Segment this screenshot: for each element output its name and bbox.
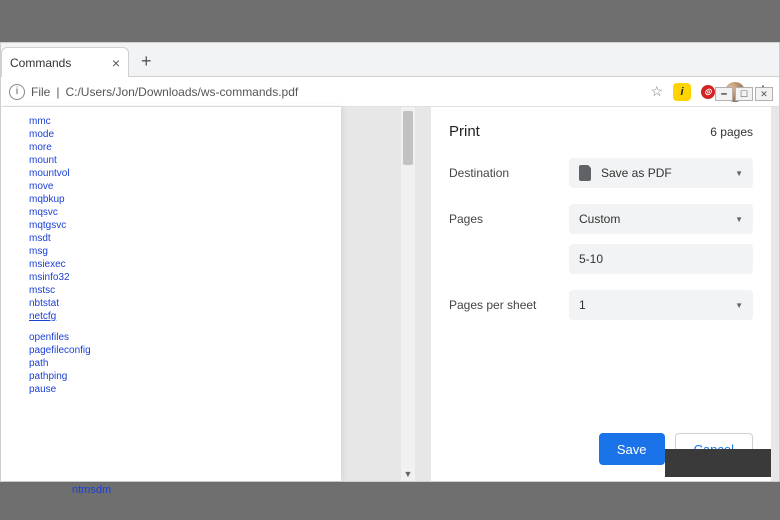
stray-bottom-text: ntmsdm <box>72 484 111 496</box>
command-link[interactable]: msdt <box>29 232 313 245</box>
command-link[interactable]: mqsvc <box>29 206 313 219</box>
command-link[interactable]: path <box>29 357 313 370</box>
command-link[interactable]: move <box>29 180 313 193</box>
pps-value: 1 <box>579 298 586 312</box>
tab-title: Commands <box>10 56 71 70</box>
tab-strip: Commands × + <box>1 43 779 77</box>
panel-title: Print <box>449 123 480 140</box>
url-text[interactable]: C:/Users/Jon/Downloads/ws-commands.pdf <box>65 85 644 99</box>
page-count: 6 pages <box>710 125 753 139</box>
command-link[interactable]: nbtstat <box>29 297 313 310</box>
file-info-icon[interactable]: i <box>9 84 25 100</box>
address-bar: i File | C:/Users/Jon/Downloads/ws-comma… <box>1 77 779 107</box>
window-close[interactable]: ✕ <box>755 87 773 101</box>
window-maximize[interactable]: ☐ <box>735 87 753 101</box>
destination-label: Destination <box>449 166 569 180</box>
content-area: mmcmodemoremountmountvolmovemqbkupmqsvcm… <box>1 107 779 481</box>
command-link[interactable]: mmc <box>29 115 313 128</box>
command-link[interactable]: msinfo32 <box>29 271 313 284</box>
command-link[interactable]: mountvol <box>29 167 313 180</box>
separator: | <box>56 85 59 99</box>
bookmark-star-icon[interactable]: ☆ <box>650 83 663 100</box>
pps-label: Pages per sheet <box>449 298 569 312</box>
print-panel: Print 6 pages Destination Save as PDF ▼ … <box>431 107 771 481</box>
tab-active[interactable]: Commands × <box>1 47 129 77</box>
pages-range-value: 5-10 <box>579 252 603 266</box>
command-link[interactable]: pathping <box>29 370 313 383</box>
pps-dropdown[interactable]: 1 ▼ <box>569 290 753 320</box>
browser-window: ━ ☐ ✕ Commands × + i File | C:/Users/Jon… <box>0 42 780 482</box>
command-link[interactable]: mode <box>29 128 313 141</box>
scroll-down-icon[interactable]: ▼ <box>401 467 415 481</box>
pages-mode-value: Custom <box>579 212 620 226</box>
scroll-thumb[interactable] <box>403 111 413 165</box>
extension-red-icon[interactable]: ◎ <box>701 85 715 99</box>
command-link[interactable]: netcfg <box>29 310 313 323</box>
new-tab-button[interactable]: + <box>141 51 152 72</box>
command-link[interactable]: openfiles <box>29 331 313 344</box>
command-link[interactable]: msiexec <box>29 258 313 271</box>
destination-value: Save as PDF <box>601 166 672 180</box>
command-link[interactable]: mqtgsvc <box>29 219 313 232</box>
command-link[interactable]: more <box>29 141 313 154</box>
pages-range-input[interactable]: 5-10 <box>569 244 753 274</box>
chevron-down-icon: ▼ <box>735 215 743 224</box>
destination-dropdown[interactable]: Save as PDF ▼ <box>569 158 753 188</box>
command-link[interactable]: mount <box>29 154 313 167</box>
command-link[interactable]: pagefileconfig <box>29 344 313 357</box>
print-preview: mmcmodemoremountmountvolmovemqbkupmqsvcm… <box>1 107 341 481</box>
pages-label: Pages <box>449 212 569 226</box>
command-link[interactable]: msg <box>29 245 313 258</box>
pdf-toolbar-fragment <box>665 449 771 477</box>
preview-scrollbar[interactable]: ▲ ▼ <box>401 107 415 481</box>
chevron-down-icon: ▼ <box>735 169 743 178</box>
pages-mode-dropdown[interactable]: Custom ▼ <box>569 204 753 234</box>
extension-yellow-icon[interactable]: i <box>673 83 691 101</box>
command-link[interactable]: mqbkup <box>29 193 313 206</box>
window-minimize[interactable]: ━ <box>715 87 733 101</box>
close-icon[interactable]: × <box>112 55 120 71</box>
save-button[interactable]: Save <box>599 433 665 465</box>
command-link[interactable]: mstsc <box>29 284 313 297</box>
chevron-down-icon: ▼ <box>735 301 743 310</box>
window-controls: ━ ☐ ✕ <box>715 87 773 101</box>
command-link[interactable]: pause <box>29 383 313 396</box>
file-scheme-label: File <box>31 85 50 99</box>
pdf-file-icon <box>579 165 593 181</box>
